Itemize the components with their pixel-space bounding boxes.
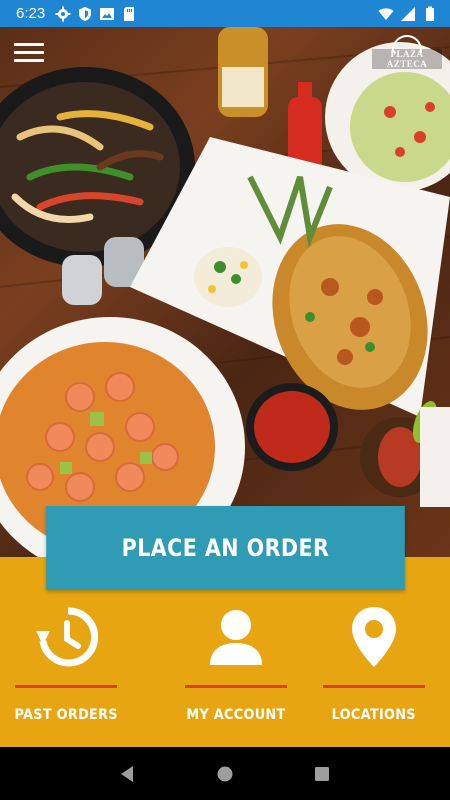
food-illustration xyxy=(0,27,450,557)
gear-icon xyxy=(55,6,71,21)
nav-accent-line xyxy=(185,685,287,688)
user-icon xyxy=(210,610,262,665)
recents-icon[interactable] xyxy=(312,764,332,784)
my-account-label: MY ACCOUNT xyxy=(186,707,286,723)
back-icon[interactable] xyxy=(118,764,138,784)
nav-accent-line xyxy=(323,685,425,688)
signal-icon xyxy=(401,6,415,21)
my-account-button[interactable]: MY ACCOUNT xyxy=(176,605,296,735)
location-pin-icon xyxy=(352,607,396,667)
hamburger-menu-icon[interactable] xyxy=(14,43,44,65)
sd-card-icon xyxy=(124,6,135,21)
shield-icon xyxy=(79,6,92,21)
battery-icon xyxy=(426,6,434,21)
hero-food-image: PLAZA AZTECA xyxy=(0,27,450,557)
past-orders-button[interactable]: PAST ORDERS xyxy=(6,605,126,735)
home-icon[interactable] xyxy=(215,764,235,784)
status-icons-left xyxy=(55,6,137,22)
place-order-button[interactable]: PLACE AN ORDER xyxy=(46,506,405,590)
locations-button[interactable]: LOCATIONS xyxy=(314,605,434,735)
status-time: 6:23 xyxy=(16,5,46,22)
past-orders-label: PAST ORDERS xyxy=(14,707,118,723)
history-icon xyxy=(36,607,98,667)
wifi-icon xyxy=(378,7,394,20)
nav-accent-line xyxy=(15,685,117,688)
image-icon xyxy=(100,7,115,20)
system-nav-bar xyxy=(0,747,450,800)
status-icons-right xyxy=(378,6,438,22)
restaurant-logo: PLAZA AZTECA xyxy=(372,35,442,79)
status-bar: 6:23 xyxy=(0,0,450,27)
locations-label: LOCATIONS xyxy=(331,707,417,723)
